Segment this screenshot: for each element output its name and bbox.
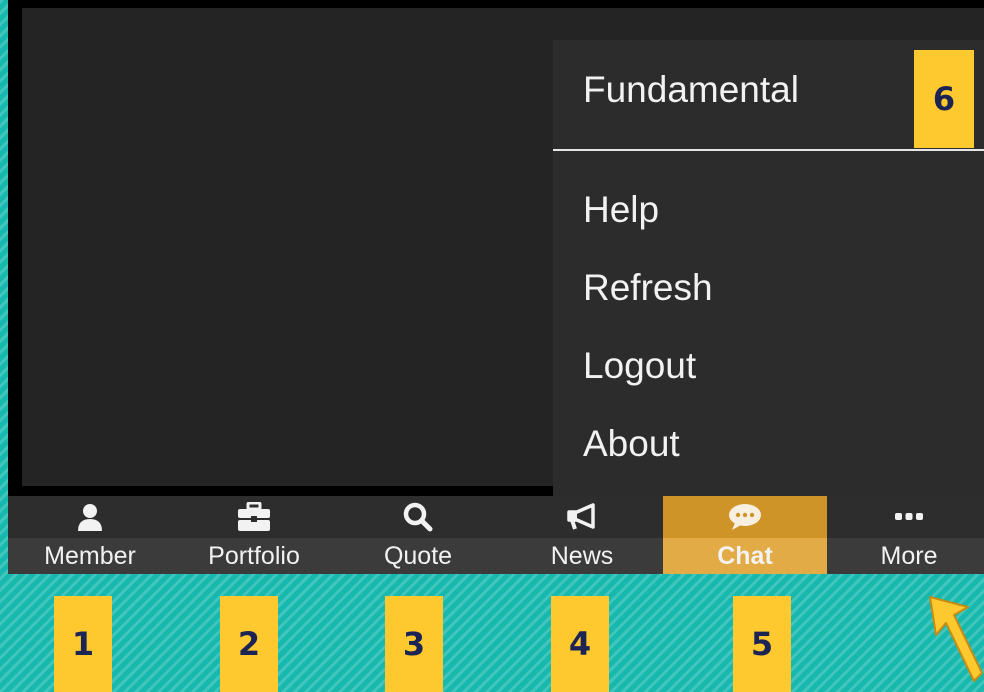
tab-more[interactable]: More xyxy=(827,496,984,574)
annotation-badge-3: 3 xyxy=(385,596,443,692)
menu-item-refresh[interactable]: Refresh xyxy=(583,268,713,308)
tab-news[interactable]: News xyxy=(500,496,664,574)
annotation-badge-6: 6 xyxy=(914,50,974,148)
annotation-badge-4: 4 xyxy=(551,596,609,692)
ellipsis-icon xyxy=(827,502,984,532)
tab-label-member: Member xyxy=(44,542,136,570)
tab-label-quote: Quote xyxy=(383,542,453,570)
tab-chat[interactable]: Chat xyxy=(663,496,827,574)
bottom-tab-bar: Member Portfolio Quote News Chat More xyxy=(8,496,984,574)
menu-item-logout[interactable]: Logout xyxy=(583,346,696,386)
tab-member[interactable]: Member xyxy=(8,496,172,574)
menu-item-help[interactable]: Help xyxy=(583,190,659,230)
briefcase-icon xyxy=(172,502,336,532)
tab-label-news: News xyxy=(550,542,614,570)
tab-label-more: More xyxy=(880,542,938,570)
menu-divider xyxy=(553,149,984,151)
megaphone-icon xyxy=(500,502,664,532)
annotation-badge-1: 1 xyxy=(54,596,112,692)
tab-label-portfolio: Portfolio xyxy=(208,542,300,570)
annotation-badge-5: 5 xyxy=(733,596,791,692)
pointer-arrow-icon xyxy=(929,596,983,682)
chat-bubble-icon xyxy=(663,502,827,532)
menu-item-fundamental[interactable]: Fundamental xyxy=(583,70,799,110)
tab-label-chat: Chat xyxy=(717,542,773,570)
menu-item-about[interactable]: About xyxy=(583,424,680,464)
annotation-badge-2: 2 xyxy=(220,596,278,692)
search-icon xyxy=(336,502,500,532)
tab-portfolio[interactable]: Portfolio xyxy=(172,496,336,574)
user-icon xyxy=(8,502,172,532)
tab-quote[interactable]: Quote xyxy=(336,496,500,574)
